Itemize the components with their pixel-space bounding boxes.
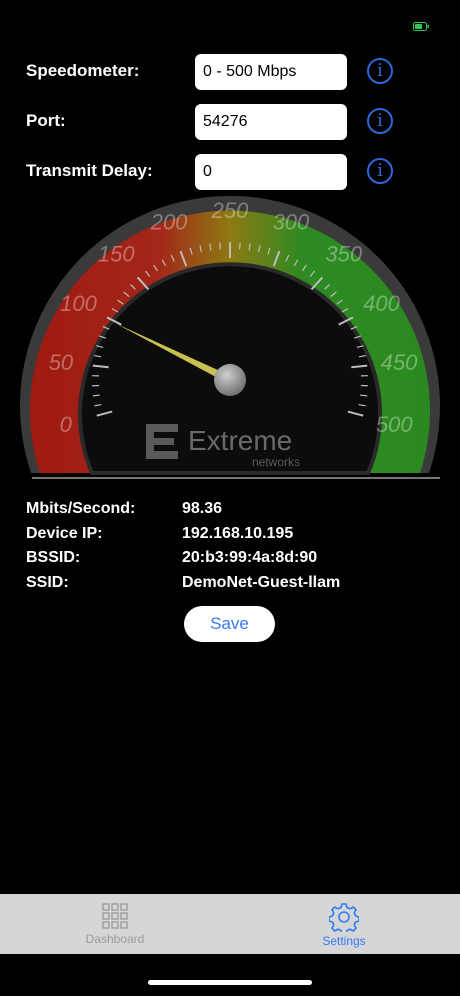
gauge-tick-label: 200 xyxy=(150,209,188,234)
brand-sub: networks xyxy=(252,455,300,469)
stat-ssid: SSID: DemoNet-Guest-llam xyxy=(26,574,426,599)
stat-mbits-value: 98.36 xyxy=(182,500,223,517)
stat-ssid-label: SSID: xyxy=(26,573,69,591)
speedometer-row: Speedometer: 0 - 500 Mbps i xyxy=(26,54,446,90)
port-input[interactable]: 54276 xyxy=(195,104,347,140)
gear-icon xyxy=(329,903,359,932)
save-button[interactable]: Save xyxy=(184,606,275,642)
gauge-tick-label: 250 xyxy=(211,198,249,223)
gauge-tick-label: 400 xyxy=(363,291,400,316)
gauge-tick-label: 500 xyxy=(376,412,413,437)
stat-mbits: Mbits/Second: 98.36 xyxy=(26,500,426,525)
gauge-tick-label: 150 xyxy=(98,242,135,267)
port-row: Port: 54276 i xyxy=(26,104,446,140)
speedometer-info-icon[interactable]: i xyxy=(367,58,393,84)
gauge-tick xyxy=(92,394,100,397)
gauge-tick xyxy=(238,242,241,250)
gauge-hub xyxy=(214,364,246,396)
gauge-tick-label: 100 xyxy=(60,291,97,316)
home-indicator[interactable] xyxy=(148,980,312,985)
stat-ssid-value: DemoNet-Guest-llam xyxy=(182,573,341,591)
speedometer-select[interactable]: 0 - 500 Mbps xyxy=(195,54,347,90)
home-indicator-area xyxy=(0,954,460,996)
tab-settings[interactable]: Settings xyxy=(284,902,404,948)
gauge-tick xyxy=(219,242,222,250)
stats-panel: Mbits/Second: 98.36 Device IP: 192.168.1… xyxy=(26,500,426,598)
stat-bssid: BSSID: 20:b3:99:4a:8d:90 xyxy=(26,549,426,574)
stat-device-ip-value: 192.168.10.195 xyxy=(182,524,294,542)
stat-bssid-label: BSSID: xyxy=(26,549,81,566)
tab-dashboard-label: Dashboard xyxy=(85,932,145,946)
gauge-tick-label: 50 xyxy=(49,350,74,375)
gauge-tick-label: 450 xyxy=(381,350,418,375)
port-label: Port: xyxy=(26,111,66,130)
speedometer-label: Speedometer: xyxy=(26,61,140,80)
gauge-tick xyxy=(360,394,368,397)
gauge-tick-label: 0 xyxy=(60,412,73,437)
stat-bssid-value: 20:b3:99:4a:8d:90 xyxy=(182,549,318,566)
grid-icon xyxy=(102,903,128,929)
tab-dashboard[interactable]: Dashboard xyxy=(55,902,175,946)
stat-device-ip: Device IP: 192.168.10.195 xyxy=(26,525,426,550)
brand-name: Extreme xyxy=(188,425,292,456)
port-info-icon[interactable]: i xyxy=(367,108,393,134)
gauge-tick-label: 300 xyxy=(273,209,310,234)
stat-mbits-label: Mbits/Second: xyxy=(26,500,136,517)
speedometer-gauge: 050100150200 250 300350400450500 Extreme n… xyxy=(20,195,441,479)
tab-settings-label: Settings xyxy=(322,934,366,948)
battery-icon xyxy=(413,22,429,31)
stat-device-ip-label: Device IP: xyxy=(26,524,103,542)
tab-bar: Dashboard Settings xyxy=(0,894,460,954)
gauge-tick-label: 350 xyxy=(325,242,362,267)
